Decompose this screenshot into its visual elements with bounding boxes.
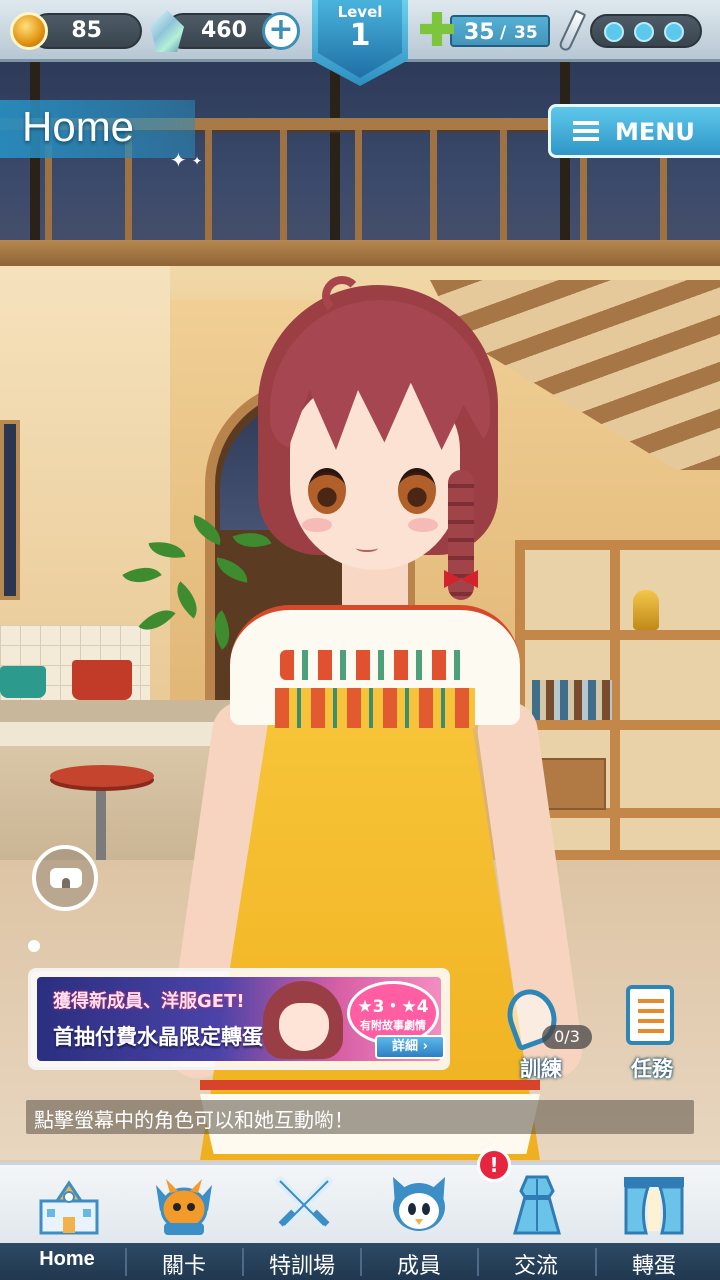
event-headline: 獲得新成員、洋服GET!: [53, 991, 245, 1012]
tasks-button[interactable]: 任務: [620, 985, 700, 1085]
cat-mascot-icon: [393, 1177, 445, 1231]
red-pots: [72, 660, 132, 700]
dress-icon: [513, 1175, 561, 1235]
nav-label-home[interactable]: Home: [8, 1248, 126, 1271]
checklist-icon: [626, 985, 674, 1045]
nav-label-members[interactable]: 成員: [360, 1248, 478, 1280]
nav-label-special-training[interactable]: 特訓場: [243, 1248, 361, 1280]
event-detail-button[interactable]: 詳細 ›: [375, 1035, 445, 1059]
trophy: [633, 590, 659, 630]
demon-mascot-icon: [156, 1179, 212, 1235]
event-badge-stars: ★3・★4: [357, 997, 429, 1017]
training-button[interactable]: 0/3 訓練: [499, 982, 592, 1085]
page-title: Home: [22, 103, 135, 150]
stamina-separator: /: [500, 23, 507, 43]
coin-count: 85: [71, 18, 102, 43]
menu-label: MENU: [615, 118, 695, 146]
bar-stool: [50, 765, 154, 787]
books: [532, 680, 612, 720]
battle-point-dot: [634, 22, 654, 42]
dress-embroidery: [275, 688, 475, 728]
event-chibi-face: [279, 1003, 329, 1051]
battle-points: [590, 14, 702, 48]
sparkle-icon: ✦: [170, 148, 187, 172]
hint-text: 點擊螢幕中的角色可以和她互動喲！: [34, 1108, 354, 1132]
page-dot-indicator: [28, 940, 40, 952]
character-eye: [308, 468, 346, 514]
gacha-event-banner[interactable]: 獲得新成員、洋服GET! 首抽付費水晶限定轉蛋 ★3・★4 有附故事劇情 詳細 …: [28, 968, 450, 1070]
nav-label-social[interactable]: 交流: [477, 1248, 595, 1280]
hamburger-icon: [573, 121, 599, 141]
curtain-stage-icon: [624, 1177, 684, 1235]
school-building-icon: [39, 1180, 99, 1235]
battle-point-dot: [664, 22, 684, 42]
wooden-box: [540, 758, 606, 810]
character-mouth: [356, 544, 378, 552]
nav-alert-badge: !: [477, 1148, 511, 1182]
crossed-swords-icon: [275, 1176, 333, 1230]
ceiling-beam: [560, 60, 570, 260]
character-blush: [302, 518, 332, 532]
shirt-embroidery: [280, 650, 470, 680]
ceiling-beam: [330, 60, 340, 260]
event-badge-subtitle: 有附故事劇情: [360, 1019, 426, 1032]
stamina-current: 35: [464, 20, 495, 45]
loft-floor-edge: [0, 240, 720, 266]
crystal-count: 460: [201, 18, 247, 43]
baluster: [205, 130, 212, 242]
side-window: [0, 420, 20, 600]
coin-icon: [10, 12, 48, 50]
nav-label-stages[interactable]: 關卡: [125, 1248, 243, 1280]
sparkle-icon: ✦: [192, 154, 203, 168]
tasks-label: 任務: [631, 1057, 673, 1081]
baluster: [280, 130, 287, 242]
stamina-bar: 35 / 35: [450, 15, 550, 47]
character-eye: [398, 468, 436, 514]
add-crystals-button[interactable]: +: [262, 12, 300, 50]
stamina-max: 35: [514, 23, 538, 43]
menu-button[interactable]: MENU: [548, 104, 720, 158]
ceiling-beam: [30, 60, 40, 260]
training-label: 訓練: [520, 1057, 562, 1081]
baluster: [430, 130, 437, 242]
character-blush: [408, 518, 438, 532]
battle-point-dot: [604, 22, 624, 42]
teal-pot: [0, 666, 46, 698]
hint-bar: 點擊螢幕中的角色可以和她互動喲！: [26, 1100, 694, 1134]
event-subheadline: 首抽付費水晶限定轉蛋: [53, 1025, 263, 1049]
baluster: [355, 130, 362, 242]
training-count: 0/3: [542, 1025, 592, 1049]
vr-mode-button[interactable]: [32, 845, 98, 911]
baluster: [500, 130, 507, 242]
nav-label-gacha[interactable]: 轉蛋: [595, 1248, 713, 1280]
kitchen-counter: [0, 700, 230, 722]
bar-counter-top: [0, 722, 230, 746]
dress-hem: [200, 1080, 540, 1090]
level-value: 1: [349, 18, 371, 53]
vr-headset-icon: [50, 868, 82, 888]
event-banner-art: 獲得新成員、洋服GET! 首抽付費水晶限定轉蛋 ★3・★4 有附故事劇情 詳細 …: [37, 977, 445, 1061]
